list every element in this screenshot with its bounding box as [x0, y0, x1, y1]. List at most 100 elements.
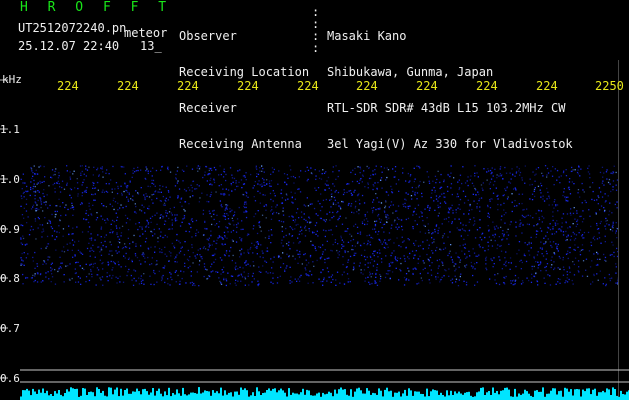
noise-pixel	[485, 263, 487, 265]
noise-pixel	[235, 279, 237, 281]
noise-pixel	[616, 179, 619, 181]
noise-pixel	[322, 169, 324, 171]
noise-pixel	[285, 227, 287, 230]
noise-pixel	[33, 183, 35, 185]
bottom-strip-bar	[20, 396, 22, 400]
noise-pixel	[43, 189, 45, 191]
noise-pixel	[546, 198, 548, 200]
noise-pixel	[40, 203, 43, 205]
noise-pixel	[309, 221, 311, 223]
noise-pixel	[519, 260, 521, 262]
noise-pixel	[611, 226, 614, 228]
noise-pixel	[597, 253, 599, 255]
noise-pixel	[504, 188, 506, 190]
noise-pixel	[145, 193, 147, 195]
noise-pixel	[259, 226, 261, 228]
bottom-strip-bar	[600, 392, 602, 400]
noise-pixel	[32, 204, 35, 206]
noise-pixel	[479, 206, 481, 208]
bottom-strip-bar	[266, 390, 268, 400]
bottom-strip-bar	[406, 395, 408, 400]
bottom-strip-bar	[340, 387, 342, 400]
bottom-strip-bar	[626, 391, 628, 400]
noise-pixel	[551, 256, 553, 258]
noise-pixel	[601, 166, 604, 168]
noise-pixel	[555, 204, 557, 206]
noise-pixel	[79, 203, 82, 206]
noise-pixel	[509, 182, 512, 184]
noise-pixel	[368, 177, 371, 180]
noise-pixel	[144, 196, 146, 198]
noise-pixel	[360, 272, 362, 274]
noise-pixel	[336, 271, 339, 273]
bottom-strip-bar	[434, 390, 436, 400]
noise-pixel	[191, 281, 193, 284]
noise-pixel	[437, 272, 439, 274]
noise-pixel	[196, 253, 198, 256]
noise-pixel	[346, 273, 349, 275]
noise-pixel	[482, 189, 484, 191]
noise-pixel	[220, 235, 222, 238]
noise-pixel	[294, 278, 296, 280]
noise-pixel	[242, 175, 245, 177]
noise-pixel	[414, 178, 416, 180]
noise-pixel	[565, 222, 567, 224]
noise-pixel	[144, 230, 146, 232]
noise-pixel	[510, 280, 512, 282]
noise-pixel	[414, 191, 416, 194]
noise-pixel	[310, 167, 312, 169]
noise-pixel	[407, 193, 409, 195]
bottom-strip-bar	[156, 390, 158, 400]
noise-pixel	[62, 228, 65, 230]
noise-pixel	[227, 189, 230, 191]
noise-pixel	[280, 257, 282, 259]
noise-pixel	[611, 212, 613, 214]
noise-pixel	[128, 192, 130, 194]
noise-pixel	[36, 209, 39, 211]
noise-pixel	[441, 193, 443, 195]
noise-pixel	[495, 282, 498, 285]
noise-pixel	[34, 173, 36, 175]
noise-pixel	[367, 182, 369, 184]
noise-pixel	[573, 274, 576, 276]
noise-pixel	[135, 223, 137, 225]
noise-pixel	[23, 264, 25, 266]
noise-pixel	[353, 266, 355, 268]
noise-pixel	[335, 203, 337, 206]
noise-pixel	[437, 276, 439, 278]
noise-pixel	[297, 223, 299, 226]
noise-pixel	[198, 264, 200, 266]
bottom-strip-bar	[34, 391, 36, 400]
noise-pixel	[67, 265, 69, 267]
noise-pixel	[581, 234, 584, 236]
bottom-strip-bar	[92, 392, 94, 400]
noise-pixel	[162, 216, 165, 218]
noise-pixel	[470, 261, 472, 264]
noise-pixel	[124, 182, 126, 184]
bottom-strip-bar	[274, 388, 276, 400]
value-receiver: RTL-SDR SDR# 43dB L15 103.2MHz CW	[327, 101, 566, 115]
noise-pixel	[178, 188, 181, 190]
noise-pixel	[311, 274, 313, 276]
noise-pixel	[176, 219, 178, 221]
noise-pixel	[457, 285, 460, 287]
noise-pixel	[211, 244, 213, 246]
noise-pixel	[576, 171, 579, 174]
noise-pixel	[317, 200, 319, 202]
noise-pixel	[175, 178, 177, 180]
noise-pixel	[171, 242, 173, 245]
noise-pixel	[199, 248, 201, 250]
noise-pixel	[505, 260, 507, 262]
noise-pixel	[397, 205, 400, 207]
noise-pixel	[448, 221, 450, 223]
noise-pixel	[420, 277, 422, 279]
noise-pixel	[417, 186, 420, 188]
noise-pixel	[176, 233, 178, 236]
noise-pixel	[138, 222, 140, 224]
noise-pixel	[206, 228, 208, 230]
noise-pixel	[92, 181, 94, 184]
noise-pixel	[573, 239, 576, 241]
noise-pixel	[27, 216, 29, 218]
noise-pixel	[535, 272, 537, 274]
noise-pixel	[424, 232, 427, 234]
